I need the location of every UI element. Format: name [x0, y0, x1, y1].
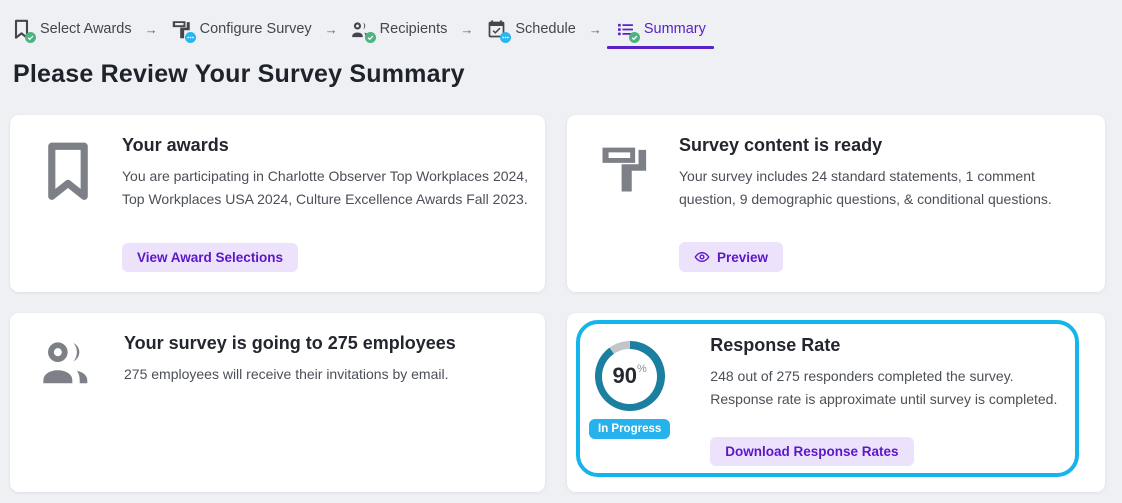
completed-badge-icon [25, 31, 36, 43]
recipients-card-body: 275 employees will receive their invitat… [124, 366, 449, 382]
awards-card-title: Your awards [122, 135, 229, 155]
download-response-rates-button[interactable]: Download Response Rates [710, 437, 914, 466]
response-rate-percent: 90 [612, 363, 637, 388]
survey-summary-page: Select Awards → Configure Survey → Recip… [0, 0, 1122, 503]
step-label: Summary [643, 21, 706, 37]
step-configure-survey[interactable]: Configure Survey [171, 19, 312, 43]
stepper-arrow-icon: → [588, 21, 602, 37]
step-label: Recipients [379, 21, 448, 37]
response-rate-donut-column: 90% In Progress [589, 335, 671, 466]
response-rate-card: 90% In Progress Response Rate 248 out of… [567, 313, 1105, 492]
view-award-selections-label: View Award Selections [137, 250, 284, 265]
response-rate-card-content: Response Rate 248 out of 275 responders … [710, 335, 1075, 466]
list-icon [615, 19, 640, 43]
percent-symbol: % [636, 363, 647, 375]
bookmark-icon [40, 135, 96, 272]
step-recipients[interactable]: Recipients [351, 19, 448, 43]
step-label: Schedule [515, 21, 576, 37]
step-label: Select Awards [40, 21, 132, 37]
people-icon [40, 333, 98, 472]
awards-card-content: Your awards You are participating in Cha… [122, 135, 535, 272]
stepper-arrow-icon: → [324, 21, 338, 37]
response-rate-card-title: Response Rate [710, 335, 841, 355]
response-rate-card-body: 248 out of 275 responders completed the … [710, 368, 1058, 407]
completed-badge-icon [628, 31, 640, 43]
completed-badge-icon [364, 31, 376, 43]
step-label: Configure Survey [199, 21, 312, 37]
in-progress-badge-icon [500, 31, 512, 43]
recipients-card: Your survey is going to 275 employees 27… [10, 313, 545, 492]
page-title: Please Review Your Survey Summary [13, 60, 465, 88]
recipients-card-title: Your survey is going to 275 employees [124, 333, 456, 353]
view-award-selections-button[interactable]: View Award Selections [122, 243, 299, 272]
status-badge: In Progress [589, 419, 671, 439]
wizard-stepper: Select Awards → Configure Survey → Recip… [0, 0, 1122, 49]
step-schedule[interactable]: Schedule [486, 19, 576, 43]
paint-roller-icon [171, 19, 196, 43]
response-rate-donut: 90% [594, 341, 665, 411]
survey-content-card-title: Survey content is ready [679, 135, 883, 155]
survey-content-card-content: Survey content is ready Your survey incl… [679, 135, 1095, 272]
paint-roller-icon [597, 135, 653, 272]
bookmark-icon [11, 19, 36, 43]
eye-icon [694, 251, 710, 263]
step-select-awards[interactable]: Select Awards [11, 19, 132, 43]
summary-cards-grid: Your awards You are participating in Cha… [10, 115, 1105, 492]
stepper-arrow-icon: → [144, 21, 158, 37]
survey-content-card-body: Your survey includes 24 standard stateme… [679, 168, 1052, 207]
recipients-card-content: Your survey is going to 275 employees 27… [124, 333, 535, 472]
awards-card: Your awards You are participating in Cha… [10, 115, 545, 292]
preview-button[interactable]: Preview [679, 242, 784, 272]
step-summary[interactable]: Summary [606, 19, 714, 49]
calendar-check-icon [486, 19, 512, 43]
awards-card-body: You are participating in Charlotte Obser… [122, 168, 528, 207]
preview-label: Preview [717, 249, 769, 265]
stepper-arrow-icon: → [460, 21, 474, 37]
people-icon [351, 19, 376, 43]
download-response-rates-label: Download Response Rates [725, 444, 899, 459]
in-progress-badge-icon [184, 31, 196, 43]
donut-center: 90% [602, 348, 658, 404]
survey-content-card: Survey content is ready Your survey incl… [567, 115, 1105, 292]
